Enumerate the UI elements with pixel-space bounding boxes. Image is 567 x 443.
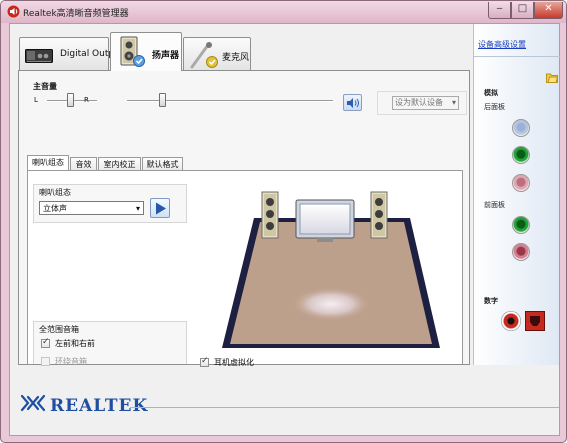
minimize-button[interactable]: ‒: [488, 2, 511, 19]
master-volume-title: 主音量: [33, 82, 57, 91]
tab-digital-output[interactable]: Digital Output: [19, 37, 123, 70]
optical-output-icon[interactable]: [525, 311, 545, 331]
realtek-crab-logo-icon: [20, 394, 46, 412]
connector-panel: 设备高级设置 模拟 后面板 前面板 数字: [473, 24, 560, 365]
tab-microphone-label: 麦克风: [222, 53, 250, 63]
digital-label: 数字: [484, 297, 498, 305]
balance-right-label: R: [84, 96, 89, 104]
front-left-right-checkbox[interactable]: [41, 337, 50, 348]
minimize-icon: ‒: [496, 3, 503, 14]
back-panel-label: 后面板: [484, 103, 505, 111]
tab-speaker-configuration[interactable]: 喇叭组态: [27, 155, 69, 171]
speaker-configuration-panel: 喇叭组态 立体声 ▾ 全范围音箱 ✓ 左前和右前 环绕音箱 ✓ 耳机虚拟化: [27, 170, 463, 367]
right-speaker-icon: [370, 191, 388, 239]
set-default-device-label: 设为默认设备: [395, 98, 443, 107]
microphone-device-icon: [190, 42, 218, 69]
balance-left-label: L: [34, 96, 38, 104]
maximize-icon: □: [517, 3, 528, 14]
front-headphone-jack[interactable]: [512, 216, 530, 234]
maximize-button[interactable]: □: [511, 2, 534, 19]
play-test-button[interactable]: [150, 198, 170, 218]
tab-room-correction-label: 室内校正: [103, 160, 136, 169]
monitor-icon: [295, 199, 355, 242]
speaker-room-visualization: [222, 191, 440, 348]
folder-icon[interactable]: [546, 72, 558, 83]
window: Realtek高清晰音频管理器 ‒ □ ✕ Digital Output 扬声器…: [0, 0, 567, 443]
close-button[interactable]: ✕: [534, 2, 563, 19]
surround-speakers-checkbox[interactable]: [41, 357, 50, 366]
tab-microphone[interactable]: 麦克风: [183, 37, 251, 70]
front-left-right-label: 左前和右前: [55, 339, 95, 348]
back-mic-in-jack[interactable]: [512, 174, 530, 192]
chevron-down-icon: ▾: [451, 98, 456, 107]
realtek-brand-name: REALTEK: [50, 396, 149, 416]
speaker-device-icon: [120, 36, 145, 67]
full-range-speakers-group: 全范围音箱 左前和右前 环绕音箱: [33, 321, 187, 366]
speaker-configuration-value: 立体声: [43, 204, 67, 213]
left-speaker-icon: [261, 191, 279, 239]
tab-default-format[interactable]: 默认格式: [142, 157, 183, 171]
tab-sound-effects[interactable]: 音效: [70, 157, 97, 171]
tab-speakers-label: 扬声器: [152, 51, 180, 61]
client-area: Digital Output 扬声器 麦克风 主音量 L R 设为默认设备 ▾ …: [9, 23, 560, 436]
tab-room-correction[interactable]: 室内校正: [98, 157, 141, 171]
title-bar[interactable]: Realtek高清晰音频管理器 ‒ □ ✕: [1, 1, 566, 23]
digital-output-device-icon: [25, 49, 53, 63]
tab-default-format-label: 默认格式: [146, 160, 179, 169]
front-panel-label: 前面板: [484, 201, 505, 209]
close-icon: ✕: [544, 3, 553, 14]
optical-port-shape: [530, 316, 540, 326]
advanced-device-settings-link[interactable]: 设备高级设置: [478, 39, 558, 50]
analog-label: 模拟: [484, 89, 498, 97]
full-range-speakers-title: 全范围音箱: [39, 325, 79, 334]
app-speaker-icon[interactable]: [7, 5, 20, 18]
tab-speaker-configuration-label: 喇叭组态: [32, 158, 64, 167]
speaker-panel: 主音量 L R 设为默认设备 ▾ 喇叭组态 音效 室内校正 默认格式 喇叭组态 …: [18, 70, 470, 367]
window-title: Realtek高清晰音频管理器: [23, 9, 129, 19]
balance-slider-thumb[interactable]: [66, 93, 74, 107]
back-line-in-jack[interactable]: [512, 119, 530, 137]
volume-slider-thumb[interactable]: [159, 93, 167, 107]
volume-slider-track[interactable]: [127, 100, 333, 102]
headphone-virtualization-checkbox[interactable]: [200, 356, 209, 367]
chevron-down-icon: ▾: [135, 204, 140, 213]
front-mic-jack[interactable]: [512, 243, 530, 261]
back-line-out-jack[interactable]: [512, 146, 530, 164]
play-icon: [156, 202, 166, 215]
tab-speakers[interactable]: 扬声器: [110, 32, 182, 71]
speaker-configuration-group: 喇叭组态 立体声 ▾: [33, 184, 187, 223]
set-default-device-dropdown[interactable]: 设为默认设备 ▾: [392, 96, 459, 110]
surround-speakers-label: 环绕音箱: [55, 357, 87, 366]
headphone-virtualization-label: 耳机虚拟化: [214, 358, 254, 367]
brand-bar: REALTEK: [10, 369, 559, 435]
brand-divider: [130, 407, 559, 408]
coax-output-icon[interactable]: [501, 311, 521, 331]
speaker-configuration-title: 喇叭组态: [39, 188, 71, 197]
speaker-configuration-select[interactable]: 立体声 ▾: [39, 201, 144, 215]
divider: [474, 56, 560, 57]
mute-button[interactable]: [343, 94, 362, 111]
speaker-volume-icon: [347, 98, 359, 108]
tab-sound-effects-label: 音效: [75, 160, 92, 169]
